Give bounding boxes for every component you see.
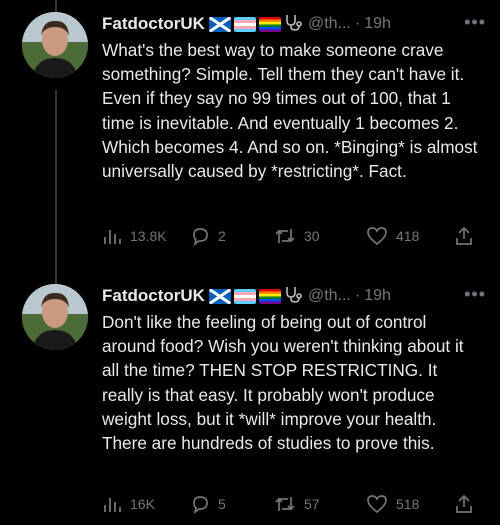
display-name[interactable]: FatdoctorUK [102, 14, 205, 34]
retweet-icon [275, 229, 295, 243]
retweet-button[interactable]: 57 [274, 492, 320, 516]
views-icon [104, 498, 121, 512]
like-icon [367, 227, 387, 246]
scotland-flag-icon [208, 16, 231, 32]
stethoscope-icon [284, 13, 304, 36]
pride-flag-icon [258, 288, 281, 304]
avatar[interactable] [22, 284, 88, 350]
more-icon[interactable]: ••• [464, 12, 486, 33]
scotland-flag-icon [208, 288, 231, 304]
reply-icon [193, 228, 208, 246]
timestamp[interactable]: 19h [364, 287, 391, 305]
tweet-header: FatdoctorUK @th... · 19h ••• [102, 284, 486, 308]
views-count: 13.8K [130, 228, 167, 244]
share-button[interactable] [454, 224, 474, 248]
like-count: 518 [396, 496, 420, 512]
display-name[interactable]: FatdoctorUK [102, 286, 205, 306]
views-button[interactable]: 16K [102, 492, 155, 516]
trans-flag-icon [233, 288, 256, 304]
trans-flag-icon [233, 16, 256, 32]
like-count: 418 [396, 228, 420, 244]
views-icon [104, 230, 121, 244]
separator-dot: · [354, 287, 361, 304]
views-count: 16K [130, 496, 155, 512]
tweet-text: Don't like the feeling of being out of c… [102, 312, 464, 454]
share-icon [456, 226, 472, 245]
retweet-count: 30 [304, 228, 320, 244]
handle[interactable]: @th... [308, 287, 351, 305]
retweet-button[interactable]: 30 [274, 224, 320, 248]
handle[interactable]: @th... [308, 15, 351, 33]
pride-flag-icon [258, 16, 281, 32]
tweet-text: What's the best way to make someone crav… [102, 40, 478, 182]
tweet[interactable]: FatdoctorUK @th... · 19h ••• What's the … [0, 12, 500, 262]
reply-icon [193, 496, 208, 514]
tweet[interactable]: FatdoctorUK @th... · 19h ••• Don't like … [0, 284, 500, 524]
separator-dot: · [354, 15, 361, 32]
views-button[interactable]: 13.8K [102, 224, 167, 248]
like-button[interactable]: 418 [366, 224, 419, 248]
share-button[interactable] [454, 492, 474, 516]
reply-count: 2 [218, 228, 226, 244]
thread-line [55, 0, 57, 12]
retweet-icon [275, 497, 295, 511]
reply-button[interactable]: 2 [190, 224, 226, 248]
avatar[interactable] [22, 12, 88, 78]
like-button[interactable]: 518 [366, 492, 419, 516]
share-icon [456, 494, 472, 513]
like-icon [367, 495, 387, 514]
action-bar: 16K 5 57 518 [102, 492, 482, 516]
retweet-count: 57 [304, 496, 320, 512]
tweet-header: FatdoctorUK @th... · 19h ••• [102, 12, 486, 36]
timestamp[interactable]: 19h [364, 15, 391, 33]
more-icon[interactable]: ••• [464, 284, 486, 305]
reply-count: 5 [218, 496, 226, 512]
reply-button[interactable]: 5 [190, 492, 226, 516]
action-bar: 13.8K 2 30 418 [102, 224, 482, 248]
stethoscope-icon [284, 285, 304, 308]
